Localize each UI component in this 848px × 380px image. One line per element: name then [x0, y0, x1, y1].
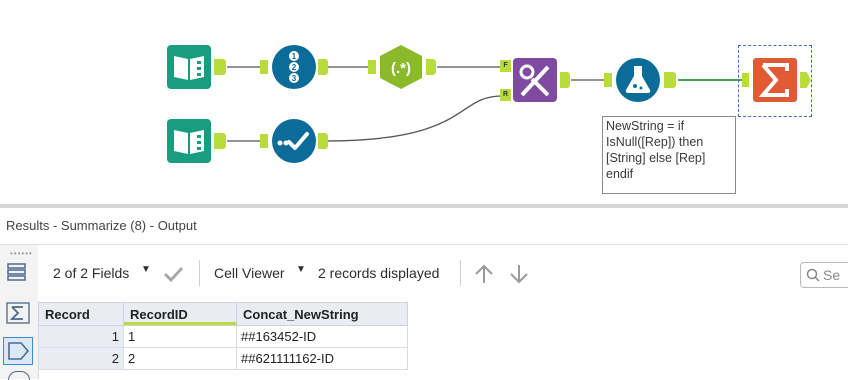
join-anchor-f[interactable]: F: [500, 60, 511, 72]
input-anchor[interactable]: [604, 73, 612, 87]
book-icon: [167, 119, 211, 163]
cell-viewer-button[interactable]: Cell Viewer: [214, 265, 285, 281]
input-anchor[interactable]: [368, 60, 376, 74]
recordid-cell[interactable]: 2: [123, 347, 237, 370]
book-icon: [167, 45, 211, 89]
input-anchor[interactable]: [260, 134, 268, 148]
checkmark-icon: [272, 119, 316, 163]
search-input[interactable]: Se: [800, 262, 848, 288]
toolbar-divider: [199, 260, 200, 286]
field-list-icon[interactable]: [5, 261, 29, 283]
records-count: 2 records displayed: [318, 265, 440, 281]
input-anchor[interactable]: [742, 73, 749, 87]
results-toolbar: 2 of 2 Fields ▼ Cell Viewer ▼ 2 records …: [38, 245, 848, 301]
results-header: Results - Summarize (8) - Output: [0, 208, 848, 245]
input-anchor[interactable]: [260, 60, 268, 74]
join-icon: [513, 58, 557, 102]
summarize-tool[interactable]: [752, 57, 798, 103]
record-cell: 1: [38, 325, 124, 348]
output-anchor-selected[interactable]: [3, 337, 33, 365]
record-id-tool[interactable]: 1 2 3: [271, 44, 317, 90]
output-anchor[interactable]: [664, 72, 676, 88]
input-data-tool-1[interactable]: [166, 44, 212, 90]
svg-text:(.*): (.*): [391, 60, 411, 77]
column-header-recordid[interactable]: RecordID: [123, 302, 237, 326]
numbered-list-icon: 1 2 3: [272, 45, 316, 89]
search-icon: [806, 268, 820, 282]
output-anchor[interactable]: [214, 133, 226, 149]
table-row[interactable]: 2 2 ##621111162-ID: [38, 347, 408, 370]
results-title: Results - Summarize (8) - Output: [6, 218, 197, 233]
input-data-tool-2[interactable]: [166, 118, 212, 164]
formula-tool[interactable]: [615, 57, 661, 103]
column-header-record[interactable]: Record: [38, 302, 124, 326]
svg-text:2: 2: [292, 63, 297, 72]
formula-annotation: NewString = if IsNull([Rep]) then [Strin…: [602, 116, 736, 194]
sigma-icon: [753, 58, 797, 102]
fields-selector[interactable]: 2 of 2 Fields: [53, 265, 129, 281]
workflow-canvas[interactable]: 1 2 3 (.*) F R NewString = if IsNull([Re…: [0, 0, 848, 204]
chevron-down-icon[interactable]: ▼: [296, 264, 306, 275]
results-table: Record RecordID Concat_NewString 1 1 ##1…: [38, 302, 408, 370]
arrow-up-icon[interactable]: [473, 263, 495, 285]
record-cell: 2: [38, 347, 124, 370]
recordid-cell[interactable]: 1: [123, 325, 237, 348]
concat-cell[interactable]: ##621111162-ID: [236, 347, 408, 370]
grip-dots[interactable]: ••••••: [10, 249, 33, 258]
output-anchor[interactable]: [214, 59, 226, 75]
table-row[interactable]: 1 1 ##163452-ID: [38, 325, 408, 348]
regex-icon: (.*): [380, 45, 422, 89]
output-anchor[interactable]: [318, 133, 328, 149]
output-anchor[interactable]: [426, 59, 436, 75]
regex-tool[interactable]: (.*): [378, 44, 424, 90]
join-anchor-r[interactable]: R: [500, 89, 511, 101]
check-icon[interactable]: [162, 265, 184, 283]
flask-icon: [616, 58, 660, 102]
select-tool[interactable]: [271, 118, 317, 164]
search-placeholder: Se: [823, 267, 841, 283]
concat-cell[interactable]: ##163452-ID: [236, 325, 408, 348]
summarize-icon[interactable]: [5, 301, 31, 325]
connector-select-join[interactable]: [324, 95, 503, 142]
column-header-concat-newstring[interactable]: Concat_NewString: [236, 302, 408, 326]
output-anchor[interactable]: [318, 59, 328, 75]
svg-text:3: 3: [292, 74, 297, 83]
join-tool[interactable]: [512, 57, 558, 103]
svg-text:1: 1: [292, 52, 297, 61]
output-anchor[interactable]: [560, 72, 570, 88]
toolbar-divider: [460, 260, 461, 286]
arrow-down-icon[interactable]: [508, 263, 530, 285]
chevron-down-icon[interactable]: ▼: [141, 264, 151, 275]
results-sidebar: ••••••: [0, 245, 39, 380]
